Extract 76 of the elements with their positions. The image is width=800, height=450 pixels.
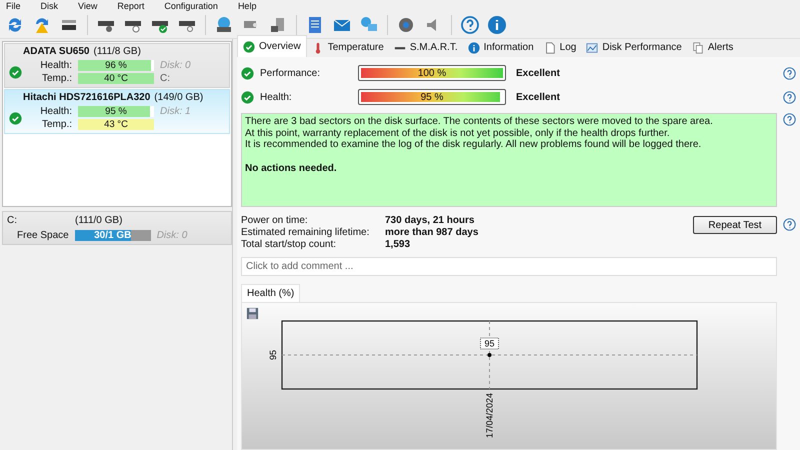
help-icon[interactable] [783, 113, 796, 126]
comment-field[interactable]: Click to add comment ... [241, 257, 777, 276]
stat-value: 730 days, 21 hours [385, 215, 476, 227]
help-icon[interactable] [460, 15, 480, 35]
menu-item[interactable]: View [78, 1, 98, 11]
health-label: Health: [39, 106, 72, 117]
disk-number: Disk: 1 [160, 106, 191, 117]
check-icon [241, 90, 254, 104]
stat-label: Estimated remaining lifetime: [241, 227, 370, 239]
status-text: At this point, warranty replacement of the disk is not yet possible, only if the health drops further. [245, 128, 671, 139]
info-icon[interactable] [487, 15, 507, 35]
x-tick-label: 17/04/2024 [484, 393, 494, 438]
tab[interactable]: Overview [237, 35, 307, 57]
health-bar: 96 % [78, 60, 154, 71]
free-space-bar: 30/1 GB [74, 230, 151, 241]
rating-text: Excellent [516, 92, 561, 102]
status-text: It is recommended to examine the log of the disk regularly. All new problems found will be logged there. [245, 139, 702, 150]
check-icon [241, 66, 254, 80]
help-icon[interactable] [783, 218, 796, 231]
free-space-label: Free Space [17, 230, 69, 241]
meter-bar: 100 % [358, 65, 506, 81]
check-icon [9, 66, 22, 78]
stat-value: more than 987 days [385, 227, 480, 239]
meter-label: Performance: [259, 68, 322, 78]
chart-tab[interactable]: Health (%) [241, 284, 300, 302]
tab[interactable]: Alerts [686, 38, 738, 57]
disk-name: Hitachi HDS721616PLA320 [23, 92, 150, 103]
temperature-bar: 40 °C [78, 73, 154, 84]
status-action-text: No actions needed. [245, 162, 338, 174]
data-label-box [480, 338, 499, 350]
help-icon[interactable] [783, 66, 796, 80]
health-bar: 95 % [78, 106, 154, 117]
help-icon[interactable] [783, 90, 796, 104]
tab[interactable]: Temperature [306, 38, 389, 57]
meter-bar: 95 % [358, 89, 506, 105]
repeat-test-button[interactable]: Repeat Test [693, 216, 777, 234]
temp-label: Temp.: [40, 119, 72, 130]
data-label: 95 [484, 338, 494, 348]
menu-item[interactable]: Disk [40, 1, 58, 11]
menu-item[interactable]: File [6, 1, 21, 11]
info-icon [468, 42, 480, 54]
temperature-bar: 43 °C [78, 119, 154, 130]
disk-entry[interactable]: ADATA SU650 (111/8 GB) Health: 96 % Disk: 0 Temp.: 40 °C C: [4, 43, 230, 88]
disk-number: Disk: 0 [160, 60, 191, 71]
stat-label: Total start/stop count: [241, 239, 338, 251]
meter-label: Health: [259, 92, 293, 102]
volume-size: (111/0 GB) [75, 215, 122, 226]
temp-label: Temp.: [40, 73, 72, 84]
drive-letter: C: [160, 73, 171, 84]
stat-label: Power on time: [241, 215, 309, 227]
tab[interactable]: S.M.A.R.T. [388, 38, 463, 57]
globe-drive-icon[interactable] [214, 15, 234, 35]
health-label: Health: [39, 60, 72, 71]
tab[interactable]: Disk Performance [581, 38, 687, 57]
disk-size: (149/0 GB) [154, 92, 204, 103]
document-icon [544, 42, 556, 54]
check-icon [243, 40, 255, 52]
disk-entry[interactable]: Hitachi HDS721616PLA320 (149/0 GB) Health: 95 % Disk: 1 Temp.: 43 °C [4, 89, 230, 134]
disk-size: (111/8 GB) [94, 46, 141, 57]
rating-text: Excellent [516, 68, 561, 78]
tab[interactable]: Information [462, 38, 539, 57]
y-tick-label: 95 [268, 350, 278, 360]
menu-item[interactable]: Help [238, 1, 256, 11]
volume-name: C: [7, 215, 17, 226]
menu-item[interactable]: Configuration [164, 1, 218, 11]
chart-icon [586, 42, 598, 54]
settings-icon[interactable] [396, 15, 416, 35]
tab[interactable]: Log [538, 38, 582, 57]
disk-name: ADATA SU650 [23, 46, 90, 57]
pages-icon [692, 42, 704, 54]
status-text: There are 3 bad sectors on the disk surface. The contents of these sectors were moved to the spare area. [245, 116, 714, 128]
data-point [488, 353, 492, 357]
menu-item[interactable]: Report [117, 1, 144, 11]
disk-number: Disk: 0 [156, 230, 188, 241]
stat-value: 1,593 [385, 239, 412, 251]
check-icon [9, 112, 22, 124]
